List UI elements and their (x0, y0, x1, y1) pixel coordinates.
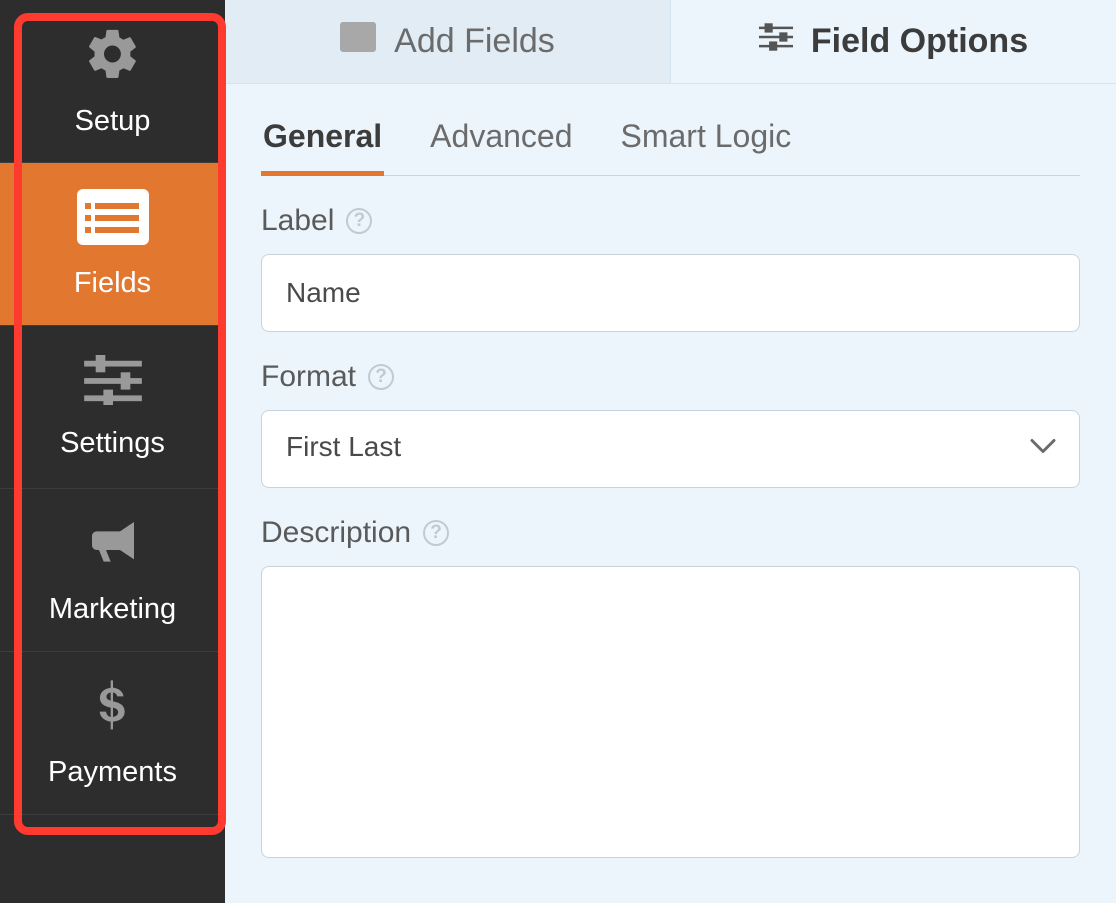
field-label-row: Label ? (261, 204, 1080, 332)
help-icon[interactable]: ? (423, 520, 449, 546)
sidebar-item-settings[interactable]: Settings (0, 326, 225, 489)
subtab-general[interactable]: General (261, 108, 384, 176)
sidebar-item-setup[interactable]: Setup (0, 0, 225, 163)
sidebar-item-label: Marketing (49, 593, 176, 626)
description-heading: Description (261, 516, 411, 550)
content-area: General Advanced Smart Logic Label ? For… (225, 84, 1116, 903)
sliders-icon (84, 355, 142, 413)
description-textarea[interactable] (261, 566, 1080, 858)
main-panel: Add Fields Field Options General Advance… (225, 0, 1116, 903)
sidebar-item-marketing[interactable]: Marketing (0, 489, 225, 652)
sliders-icon (759, 22, 793, 61)
label-input[interactable] (261, 254, 1080, 332)
tab-label: Add Fields (394, 22, 555, 61)
sidebar-item-label: Settings (60, 427, 165, 460)
tab-field-options[interactable]: Field Options (671, 0, 1116, 84)
form-icon (340, 22, 376, 61)
sidebar-item-label: Payments (48, 756, 177, 789)
sidebar-item-label: Fields (74, 267, 151, 300)
sidebar-item-payments[interactable]: Payments (0, 652, 225, 815)
tab-label: Field Options (811, 22, 1028, 61)
field-format-row: Format ? First Last (261, 360, 1080, 488)
tab-add-fields[interactable]: Add Fields (225, 0, 671, 84)
format-heading: Format (261, 360, 356, 394)
megaphone-icon (82, 515, 144, 579)
dollar-icon (95, 678, 131, 742)
sidebar-item-label: Setup (75, 105, 151, 138)
sidebar-item-fields[interactable]: Fields (0, 163, 225, 326)
subtab-smart-logic[interactable]: Smart Logic (619, 108, 794, 175)
gear-icon (84, 25, 142, 91)
subtab-advanced[interactable]: Advanced (428, 108, 574, 175)
sidebar: Setup Fields Settings Marketing Payments (0, 0, 225, 903)
format-select[interactable]: First Last (261, 410, 1080, 488)
help-icon[interactable]: ? (346, 208, 372, 234)
sub-tab-bar: General Advanced Smart Logic (261, 84, 1080, 176)
list-icon (77, 189, 149, 253)
help-icon[interactable]: ? (368, 364, 394, 390)
field-description-row: Description ? (261, 516, 1080, 863)
label-heading: Label (261, 204, 334, 238)
top-tab-bar: Add Fields Field Options (225, 0, 1116, 84)
